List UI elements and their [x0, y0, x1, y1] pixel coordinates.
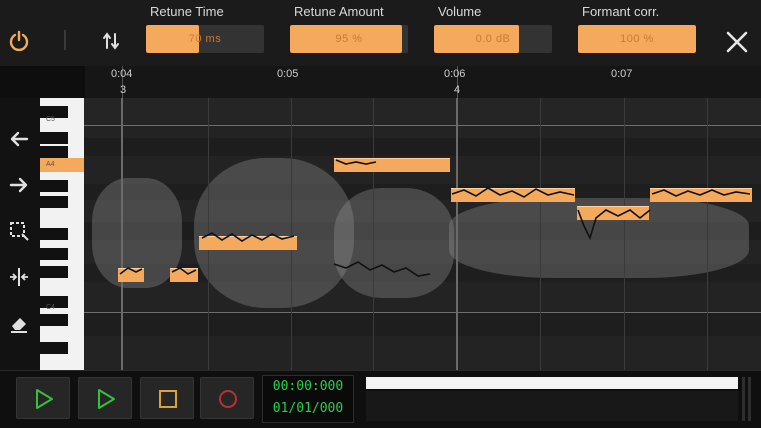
bar-number: 4	[454, 84, 461, 96]
key-label: C5	[46, 116, 55, 123]
transport-bar: 00:00:000 01/01/000	[0, 370, 761, 428]
power-icon[interactable]	[8, 30, 30, 52]
select-box-icon[interactable]	[8, 220, 30, 242]
time-display: 00:00:000 01/01/000	[262, 375, 354, 423]
volume-value: 0.0 dB	[475, 33, 511, 45]
piano-roll-editor[interactable]	[84, 98, 761, 370]
black-key[interactable]	[40, 266, 68, 278]
time-label: 0:06	[444, 68, 466, 80]
up-down-arrows-icon[interactable]	[100, 30, 122, 52]
overview-track[interactable]	[366, 391, 738, 421]
retune-time-label: Retune Time	[150, 4, 224, 19]
undo-arrow-icon[interactable]	[8, 128, 30, 150]
retune-time-slider[interactable]: 70 ms	[146, 25, 264, 53]
retune-amount-slider[interactable]: 95 %	[290, 25, 408, 53]
close-icon[interactable]	[724, 29, 750, 55]
level-meter	[742, 377, 745, 421]
record-button[interactable]	[200, 377, 254, 419]
top-toolbar: Retune Time 70 ms Retune Amount 95 % Vol…	[0, 0, 761, 66]
formant-correction-label: Formant corr.	[582, 4, 660, 19]
elapsed-time: 00:00:000	[272, 379, 344, 394]
progress-fill	[366, 377, 738, 389]
retune-amount-label: Retune Amount	[294, 4, 384, 19]
tool-column	[0, 98, 40, 370]
key-label: A4	[46, 161, 55, 168]
eraser-icon[interactable]	[8, 312, 30, 334]
formant-correction-slider[interactable]: 100 %	[578, 25, 696, 53]
record-icon	[219, 390, 237, 408]
black-key[interactable]	[40, 248, 68, 260]
volume-slider[interactable]: 0.0 dB	[434, 25, 552, 53]
time-label: 0:07	[611, 68, 633, 80]
level-meter	[748, 377, 751, 421]
retune-time-value: 70 ms	[188, 33, 222, 45]
black-key[interactable]	[40, 180, 68, 192]
redo-arrow-icon[interactable]	[8, 174, 30, 196]
black-key[interactable]	[40, 132, 68, 144]
play-icon	[98, 389, 115, 409]
play-button[interactable]	[16, 377, 70, 419]
toolbar-separator	[64, 30, 66, 50]
retune-amount-value: 95 %	[335, 33, 363, 45]
black-key[interactable]	[40, 342, 68, 354]
play-icon	[36, 389, 53, 409]
stop-icon	[159, 390, 177, 408]
key-label: C4	[46, 304, 55, 311]
volume-label: Volume	[438, 4, 482, 19]
pitch-curve	[119, 159, 751, 277]
play-selection-button[interactable]	[78, 377, 132, 419]
overview-progress-bar[interactable]	[366, 377, 738, 389]
black-key[interactable]	[40, 314, 68, 326]
black-key[interactable]	[40, 146, 68, 158]
piano-keyboard[interactable]: C5 A4 C4	[40, 98, 84, 370]
stop-button[interactable]	[140, 377, 194, 419]
bar-position: 01/01/000	[272, 401, 344, 416]
split-icon[interactable]	[8, 266, 30, 288]
formant-correction-value: 100 %	[620, 33, 654, 45]
retune-time-control[interactable]: Retune Time 70 ms	[146, 0, 266, 60]
bar-number: 3	[120, 84, 127, 96]
volume-control[interactable]: Volume 0.0 dB	[434, 0, 554, 60]
formant-correction-control[interactable]: Formant corr. 100 %	[578, 0, 698, 60]
time-label: 0:05	[277, 68, 299, 80]
timeline-ruler[interactable]: 0:04 0:05 0:06 0:07 3 4	[85, 66, 761, 98]
black-key[interactable]	[40, 196, 68, 208]
retune-amount-control[interactable]: Retune Amount 95 %	[290, 0, 410, 60]
black-key[interactable]	[40, 228, 68, 240]
time-label: 0:04	[111, 68, 133, 80]
